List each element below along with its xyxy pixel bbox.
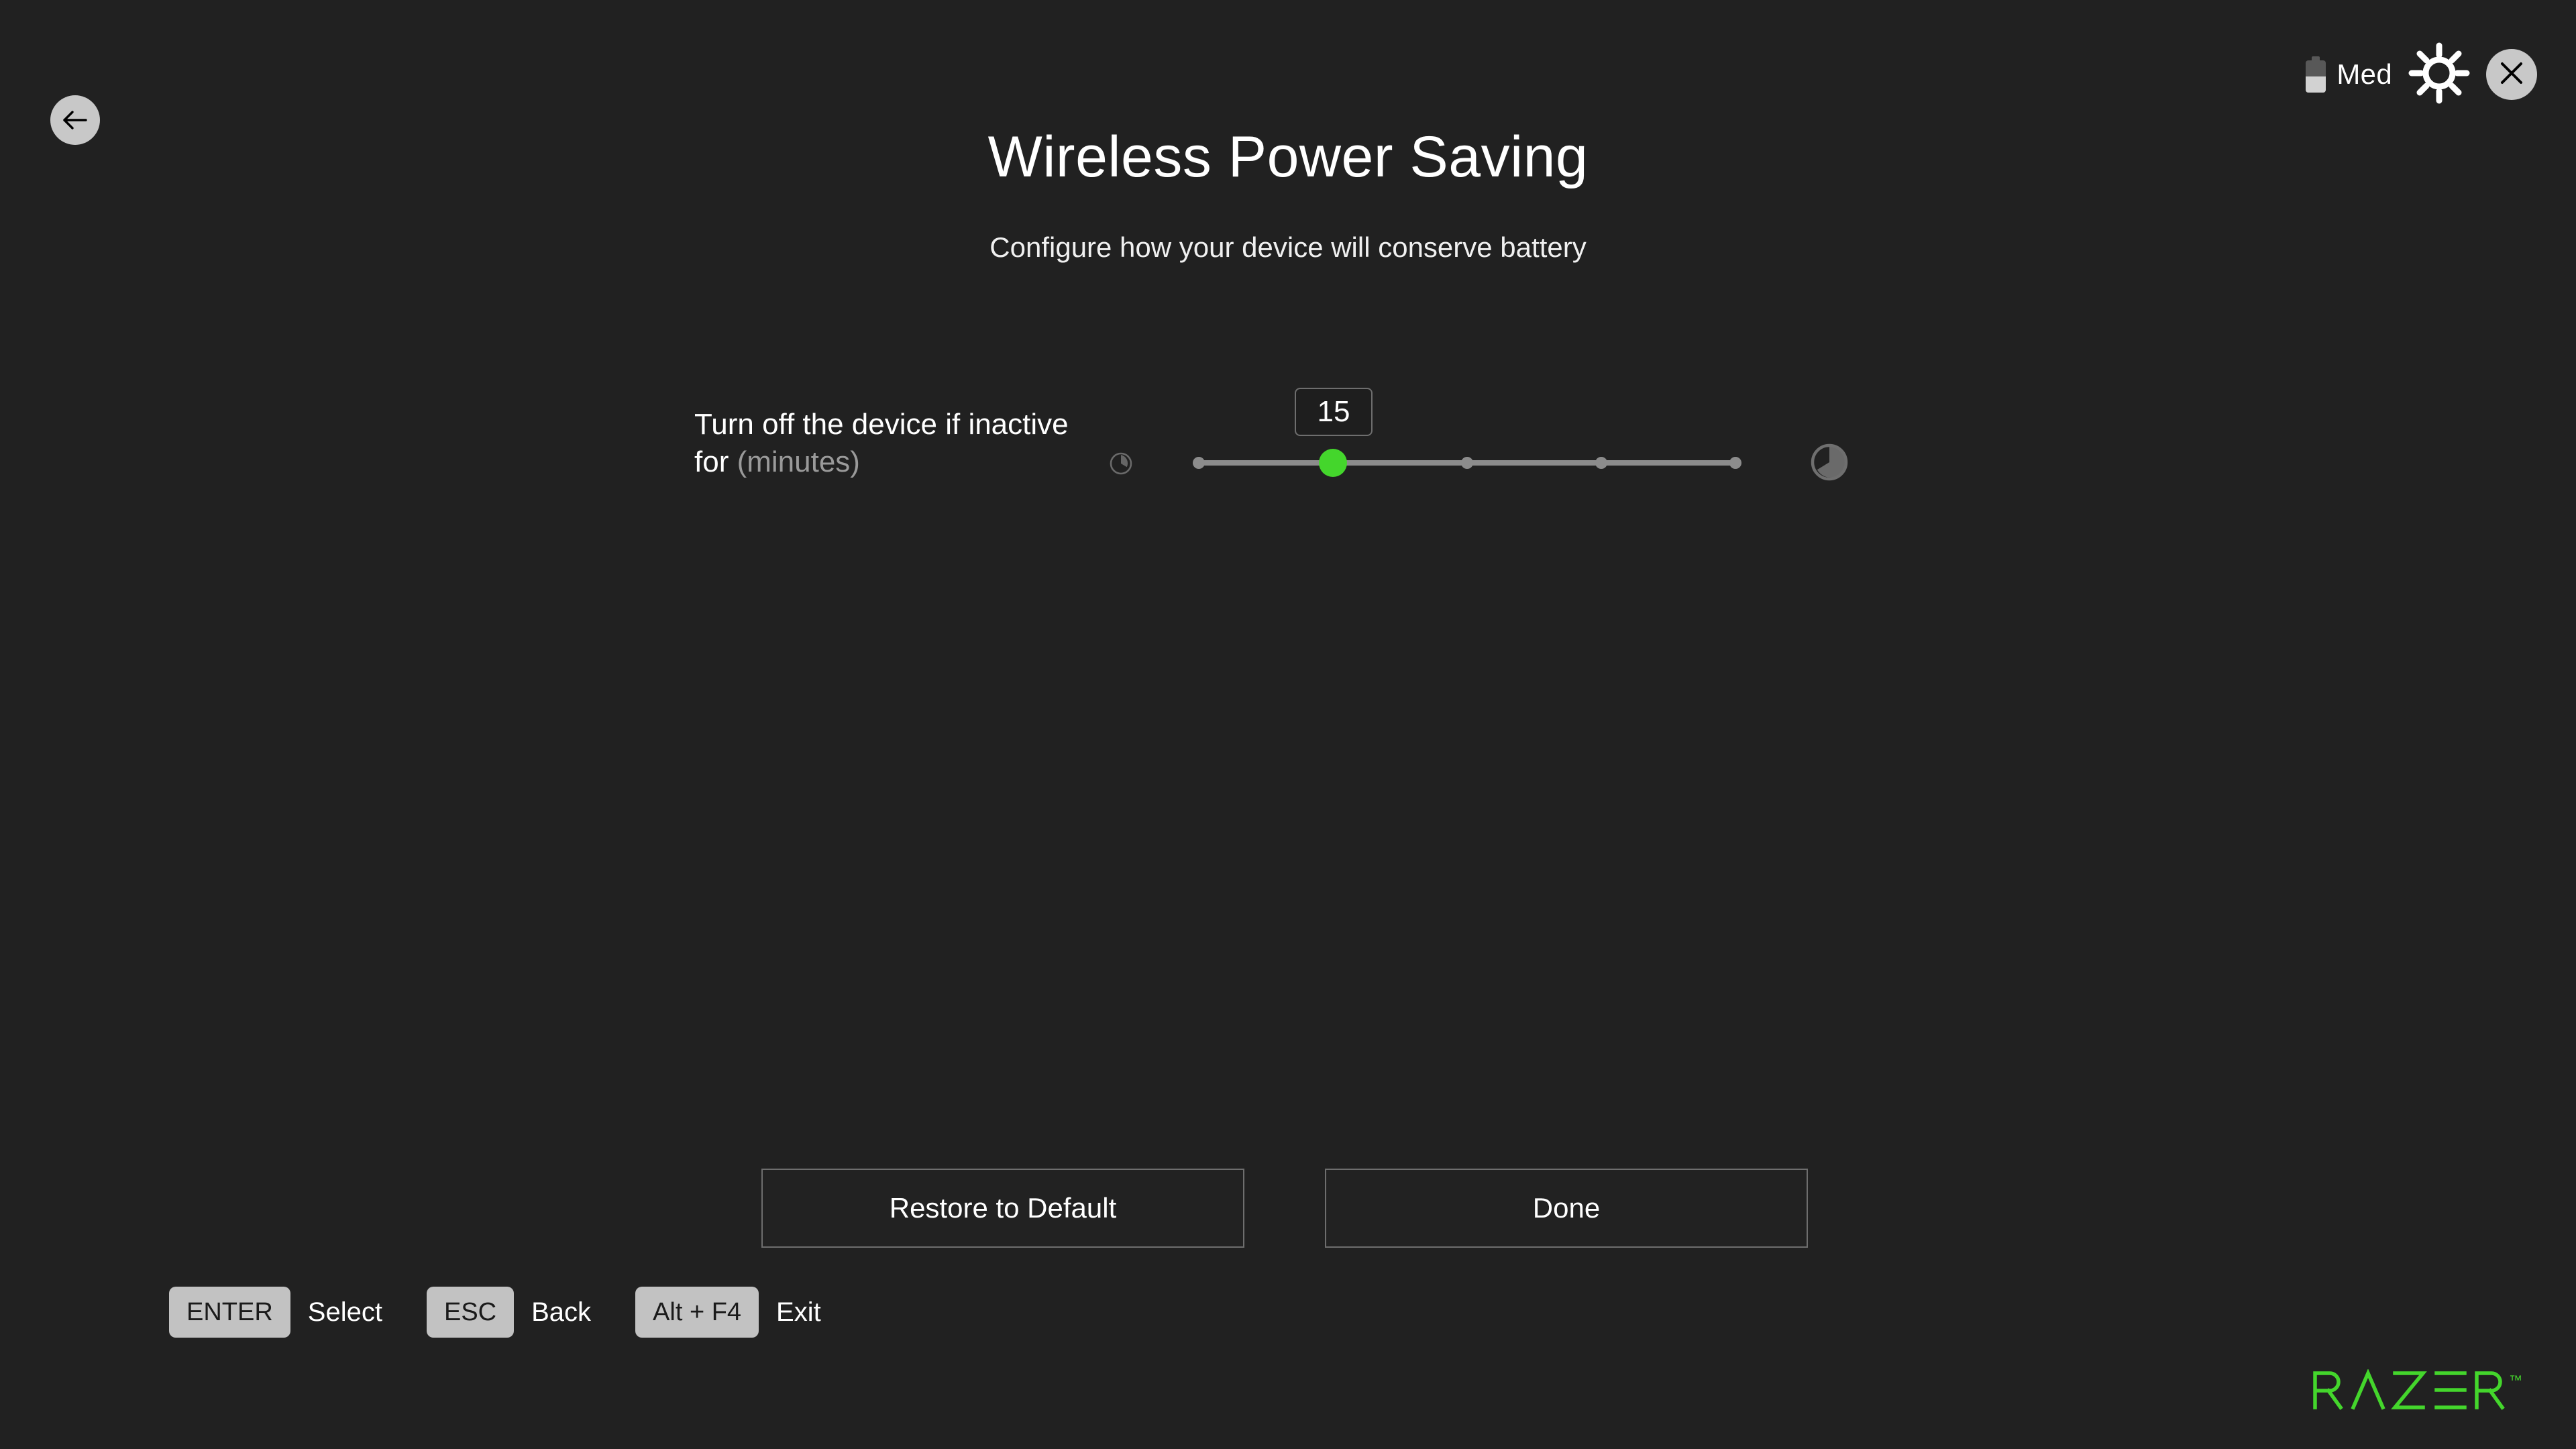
action-buttons: Restore to Default Done: [761, 1169, 1808, 1248]
page-subtitle: Configure how your device will conserve …: [989, 231, 1587, 263]
slider-thumb[interactable]: [1319, 449, 1347, 477]
slider-tick[interactable]: [1595, 457, 1607, 469]
key-cap-alt-f4[interactable]: Alt + F4: [635, 1287, 759, 1338]
page-title: Wireless Power Saving: [987, 125, 1589, 189]
gear-icon: [2408, 42, 2470, 107]
razer-wordmark-icon: [2312, 1368, 2506, 1414]
battery-level-label: Med: [2337, 58, 2392, 90]
key-hint-label-select: Select: [307, 1297, 382, 1327]
key-cap-esc[interactable]: ESC: [426, 1287, 515, 1338]
slider-tick[interactable]: [1193, 457, 1205, 469]
close-icon: [2497, 58, 2526, 91]
battery-half-icon: [2306, 56, 2326, 93]
wireless-power-saving-screen: Med Wireless Power Saving Configure how …: [0, 0, 2576, 1449]
inactivity-value-input[interactable]: 15: [1295, 388, 1373, 436]
trademark-symbol: ™: [2509, 1373, 2522, 1388]
key-hint-label-back: Back: [531, 1297, 592, 1327]
done-button[interactable]: Done: [1325, 1169, 1808, 1248]
inactivity-slider[interactable]: [1193, 449, 1741, 477]
setting-row-inactivity-timer: Turn off the device if inactive for (min…: [0, 376, 2576, 510]
status-bar: Med: [2306, 39, 2537, 110]
razer-logo: ™: [2312, 1368, 2522, 1414]
setting-label: Turn off the device if inactive for (min…: [694, 406, 1097, 482]
key-cap-enter[interactable]: ENTER: [169, 1287, 290, 1338]
setting-label-unit: (minutes): [737, 445, 860, 479]
key-hints: ENTER Select ESC Back Alt + F4 Exit: [169, 1287, 865, 1338]
key-hint-label-exit: Exit: [776, 1297, 821, 1327]
restore-to-default-button[interactable]: Restore to Default: [761, 1169, 1244, 1248]
slider-tick[interactable]: [1729, 457, 1741, 469]
key-hint-enter: ENTER Select: [169, 1287, 427, 1338]
key-hint-esc: ESC Back: [426, 1287, 635, 1338]
key-hint-altf4: Alt + F4 Exit: [635, 1287, 865, 1338]
slider-tick[interactable]: [1461, 457, 1473, 469]
clock-short-icon: [1108, 451, 1134, 476]
settings-button[interactable]: [2404, 40, 2474, 109]
clock-long-icon: [1809, 441, 1850, 483]
close-button[interactable]: [2486, 49, 2537, 100]
